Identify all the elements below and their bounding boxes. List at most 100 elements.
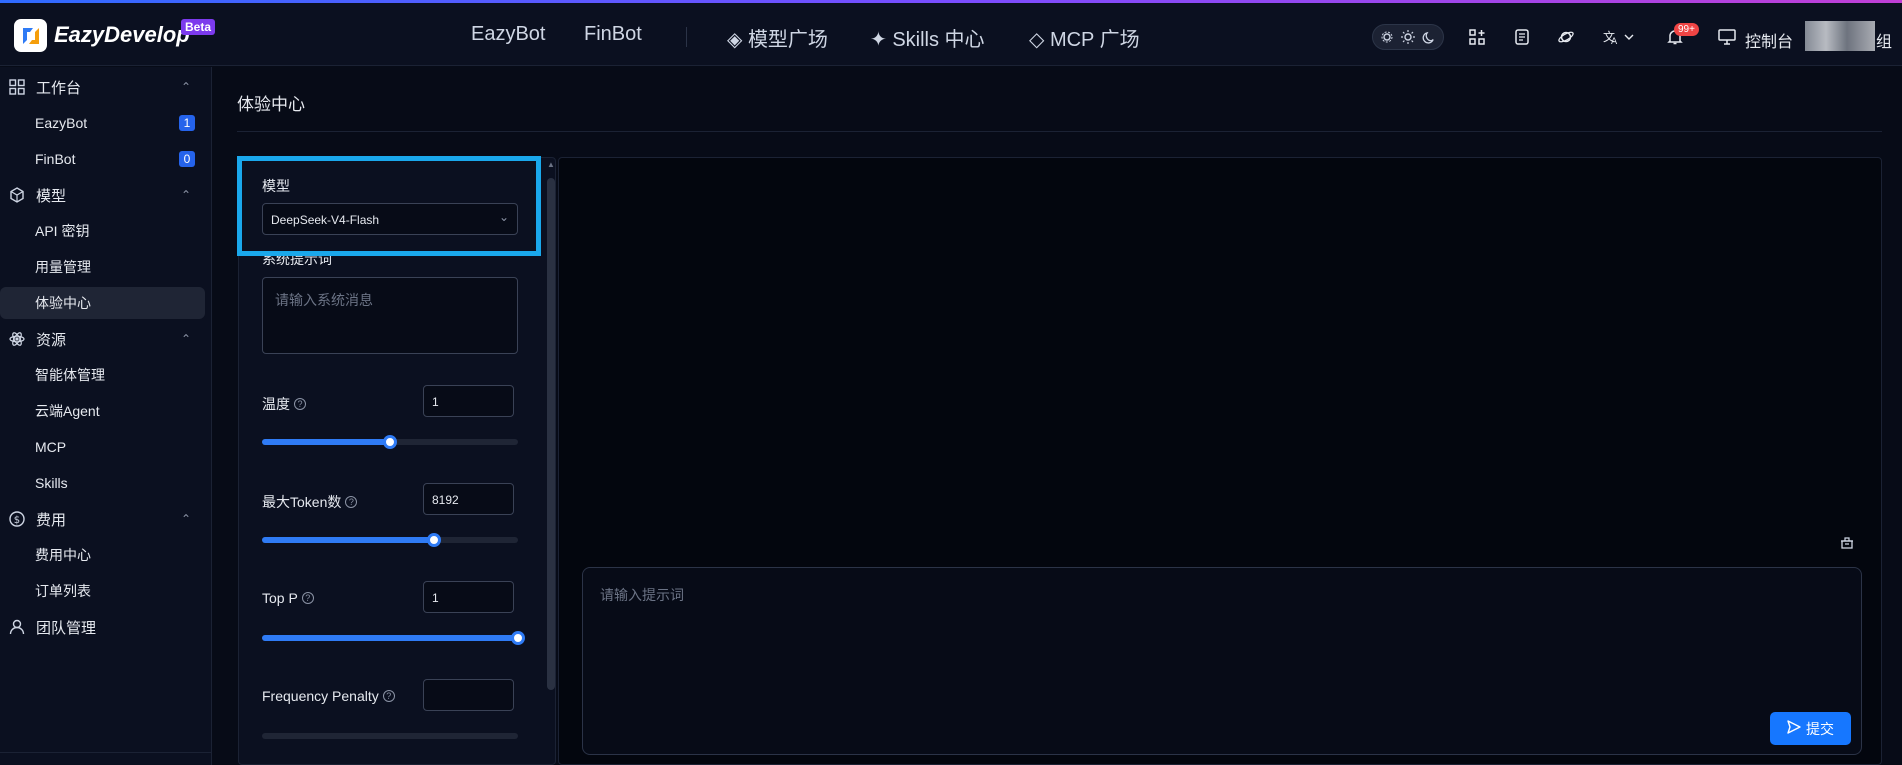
sidebar-item-skills[interactable]: Skills: [0, 467, 205, 499]
top-p-label-text: Top P: [262, 590, 298, 606]
frequency-penalty-label: Frequency Penalty ?: [262, 688, 395, 704]
sidebar-item-cloud-agent[interactable]: 云端Agent: [0, 395, 205, 427]
count-badge: 1: [179, 115, 195, 131]
dollar-icon: $: [8, 510, 26, 528]
max-tokens-input[interactable]: 8192: [423, 483, 514, 515]
slider-handle[interactable]: [383, 435, 397, 449]
max-tokens-slider[interactable]: [262, 533, 518, 547]
sidebar-group-label: 费用: [36, 511, 67, 529]
sidebar-item-agents[interactable]: 智能体管理: [0, 359, 205, 391]
sidebar-item-eazybot[interactable]: EazyBot 1: [0, 107, 205, 139]
slider-fill: [262, 537, 434, 543]
system-prompt-textarea[interactable]: 请输入系统消息: [262, 277, 518, 354]
orbit-icon[interactable]: [1555, 26, 1577, 48]
title-divider: [237, 131, 1882, 132]
help-icon[interactable]: ?: [345, 496, 358, 508]
scroll-up-icon[interactable]: ▲: [547, 160, 555, 169]
cube-icon: [8, 186, 26, 204]
top-p-value: 1: [432, 591, 439, 605]
svg-text:A: A: [1611, 37, 1618, 45]
app-logo[interactable]: [14, 19, 47, 52]
sidebar-item-mcp[interactable]: MCP: [0, 431, 205, 463]
sidebar-group-label: 模型: [36, 187, 67, 205]
sidebar-group-model[interactable]: 模型 ⌃: [0, 180, 212, 210]
user-avatar[interactable]: [1805, 21, 1875, 51]
sidebar-item-label: 费用中心: [35, 547, 91, 563]
sidebar-item-api-keys[interactable]: API 密钥: [0, 215, 205, 247]
sidebar-item-label: MCP: [35, 439, 67, 455]
chevron-up-icon: ⌃: [181, 80, 192, 94]
topnav-finbot[interactable]: FinBot: [584, 23, 642, 46]
help-icon[interactable]: ?: [294, 398, 306, 410]
top-p-input[interactable]: 1: [423, 581, 514, 613]
console-link[interactable]: 控制台: [1745, 28, 1793, 52]
temperature-slider[interactable]: [262, 435, 518, 449]
atom-icon: [8, 330, 26, 348]
sidebar-group-label: 团队管理: [36, 619, 97, 637]
brand-name: EazyDevelop: [54, 22, 190, 47]
sidebar-group-team[interactable]: 团队管理: [0, 612, 212, 642]
temperature-input[interactable]: 1: [423, 385, 514, 417]
help-icon[interactable]: ?: [301, 592, 314, 604]
sidebar-group-resources[interactable]: 资源 ⌃: [0, 324, 212, 354]
clear-icon[interactable]: [1839, 534, 1855, 550]
sidebar-item-label: Skills: [35, 475, 68, 491]
notification-count-badge: 99+: [1674, 23, 1699, 36]
user-icon: [8, 618, 26, 636]
topnav-skills-center[interactable]: ✦ Skills 中心: [870, 23, 985, 52]
svg-text:$: $: [14, 515, 20, 526]
help-icon[interactable]: ?: [382, 690, 395, 702]
scrollbar-thumb[interactable]: [547, 178, 555, 690]
frequency-penalty-input[interactable]: [423, 679, 514, 711]
monitor-icon: [1716, 26, 1738, 48]
sidebar: 工作台 ⌃ EazyBot 1 FinBot 0 模型 ⌃ API 密钥 用量管…: [0, 67, 212, 765]
sidebar-group-label: 工作台: [36, 79, 82, 97]
max-tokens-label: 最大Token数 ?: [262, 492, 358, 512]
slider-handle[interactable]: [511, 631, 525, 645]
sidebar-item-label: EazyBot: [35, 115, 88, 131]
sun-icon[interactable]: [1398, 27, 1418, 47]
theme-switcher[interactable]: [1372, 24, 1444, 50]
topnav-mcp-square[interactable]: ◇ MCP 广场: [1029, 23, 1140, 52]
sidebar-item-label: 云端Agent: [35, 403, 100, 419]
focus-highlight: [237, 156, 541, 256]
user-group-label[interactable]: 组: [1876, 28, 1892, 52]
system-prompt-placeholder: 请输入系统消息: [275, 292, 373, 308]
page-title: 体验中心: [237, 95, 305, 114]
settings-scrollbar[interactable]: ▲: [547, 160, 555, 765]
apps-icon[interactable]: [1466, 26, 1488, 48]
temperature-label-text: 温度: [262, 396, 290, 412]
slider-handle[interactable]: [426, 533, 441, 547]
translate-icon[interactable]: 文A: [1603, 26, 1637, 48]
sidebar-item-orders[interactable]: 订单列表: [0, 575, 205, 607]
topnav-model-square[interactable]: ◈ 模型广场: [727, 23, 828, 52]
sidebar-group-label: 资源: [36, 331, 67, 349]
sidebar-item-label: 智能体管理: [35, 367, 105, 383]
slider-fill: [262, 439, 390, 445]
sidebar-group-workbench[interactable]: 工作台 ⌃: [0, 72, 212, 102]
settings-mode-icon[interactable]: [1377, 27, 1397, 47]
moon-icon[interactable]: [1419, 27, 1439, 47]
sidebar-group-billing[interactable]: $ 费用 ⌃: [0, 504, 212, 534]
send-icon: [1787, 720, 1801, 737]
docs-icon[interactable]: [1511, 26, 1533, 48]
grid-icon: [8, 78, 26, 96]
frequency-penalty-slider[interactable]: [262, 733, 518, 739]
sidebar-item-billing-center[interactable]: 费用中心: [0, 539, 205, 571]
nav-divider: [686, 27, 687, 47]
sidebar-item-label: FinBot: [35, 151, 76, 167]
top-p-slider[interactable]: [262, 631, 525, 645]
sidebar-item-playground[interactable]: 体验中心: [0, 287, 205, 319]
count-badge: 0: [179, 151, 195, 167]
sidebar-item-usage[interactable]: 用量管理: [0, 251, 205, 283]
prompt-input[interactable]: 请输入提示词: [582, 567, 1862, 755]
temperature-label: 温度 ?: [262, 394, 306, 414]
submit-button[interactable]: 提交: [1770, 712, 1851, 745]
top-p-label: Top P ?: [262, 590, 314, 606]
topnav-eazybot[interactable]: EazyBot: [471, 23, 545, 46]
chevron-up-icon: ⌃: [181, 512, 192, 526]
sidebar-item-label: 订单列表: [35, 583, 91, 599]
sidebar-item-label: 体验中心: [35, 295, 91, 311]
slider-fill: [262, 635, 518, 641]
sidebar-item-finbot[interactable]: FinBot 0: [0, 143, 205, 175]
